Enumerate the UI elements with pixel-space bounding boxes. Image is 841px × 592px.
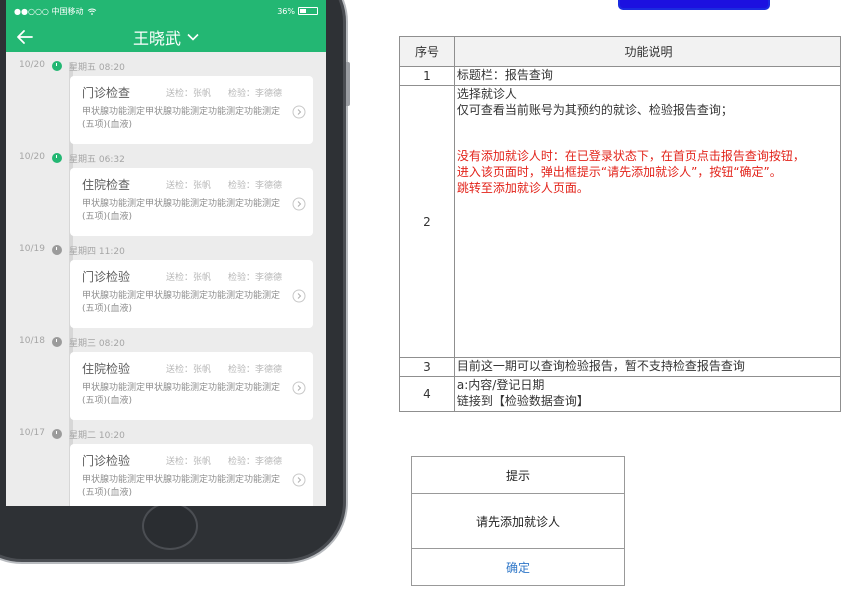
warning-line: 跳转至添加就诊人页面。	[456, 181, 589, 195]
checker-label: 检验：李德德	[228, 89, 283, 99]
battery-icon	[298, 7, 318, 15]
row-number: 2	[399, 85, 455, 358]
report-entry: 10/18 星期三 08:20 住院检验 送检：张帆 检验：李德德甲状腺功能测定甲状腺功…	[6, 334, 326, 426]
warning-line: 进入该页面时，弹出框提示“请先添加就诊人”，按钮“确定”。	[456, 165, 782, 179]
row-number: 3	[399, 357, 455, 377]
description-line: a:内容/登记日期	[456, 378, 545, 392]
report-type: 住院检查	[82, 178, 131, 192]
report-entry: 10/19 星期四 11:20 门诊检验 送检：张帆 检验：李德德甲状腺功能测定甲状腺功…	[6, 242, 326, 334]
report-card[interactable]: 门诊检验 送检：张帆 检验：李德德甲状腺功能测定甲状腺功能测定功能测定功能测定(五项…	[70, 444, 313, 506]
sender-label: 送检：张帆	[166, 273, 212, 283]
entry-weekday-time: 星期五 06:32	[69, 155, 125, 165]
description-line: 目前这一期可以查询检验报告，暂不支持检查报告查询	[456, 359, 745, 373]
entry-weekday-time: 星期三 08:20	[69, 339, 125, 349]
table-row: 2 选择就诊人 仅可查看当前账号为其预约的就诊、检验报告查询； 没有添加就诊人时…	[399, 85, 841, 358]
clock-icon	[52, 153, 62, 163]
patient-selector[interactable]: 王晓武	[133, 25, 199, 49]
chevron-right-icon[interactable]	[292, 473, 306, 487]
report-description: 甲状腺功能测定甲状腺功能测定功能测定功能测定(五项)(血液)	[82, 107, 281, 130]
dialog-message: 请先添加就诊人	[412, 494, 624, 549]
table-row: 4 a:内容/登记日期 链接到【检验数据查询】	[399, 376, 841, 412]
page: ●●○○○ 中国移动 36% 王晓武 10/20 星期五 08:20 门诊检查 …	[0, 0, 841, 592]
chevron-right-icon[interactable]	[292, 289, 306, 303]
entry-weekday-time: 星期五 08:20	[69, 63, 125, 73]
carrier-label: ●●○○○ 中国移动	[14, 6, 84, 16]
entry-date: 10/19	[19, 244, 45, 254]
battery-percent: 36%	[277, 6, 295, 16]
chevron-down-icon	[187, 33, 199, 41]
chevron-right-icon[interactable]	[292, 197, 306, 211]
home-button[interactable]	[142, 502, 198, 550]
row-description: 选择就诊人 仅可查看当前账号为其预约的就诊、检验报告查询； 没有添加就诊人时：在…	[453, 85, 841, 358]
report-type: 住院检验	[82, 362, 131, 376]
report-timeline: 10/20 星期五 08:20 门诊检查 送检：张帆 检验：李德德 甲状腺功能测定甲状腺功…	[6, 52, 326, 506]
table-row: 3 目前这一期可以查询检验报告，暂不支持检查报告查询	[399, 357, 841, 377]
nav-bar: 王晓武	[6, 22, 326, 52]
sender-label: 送检：张帆	[166, 181, 212, 191]
description-line: 选择就诊人	[456, 87, 517, 101]
row-number: 1	[399, 66, 455, 86]
report-card[interactable]: 住院检查 送检：张帆 检验：李德德甲状腺功能测定甲状腺功能测定功能测定功能测定(五项…	[70, 168, 313, 236]
entry-weekday-time: 星期二 10:20	[69, 431, 125, 441]
row-description: a:内容/登记日期 链接到【检验数据查询】	[453, 376, 841, 412]
header-number: 序号	[399, 36, 455, 67]
description-line: 标题栏：报告查询	[456, 68, 553, 82]
battery-fill	[300, 9, 306, 13]
top-blue-button[interactable]	[620, 0, 768, 8]
entry-date: 10/20	[19, 60, 45, 70]
clock-icon	[52, 429, 62, 439]
report-description: 甲状腺功能测定甲状腺功能测定功能测定功能测定(五项)(血液)	[82, 383, 281, 406]
report-entry: 10/20 星期五 08:20 门诊检查 送检：张帆 检验：李德德甲状腺功能测定甲状腺功…	[6, 58, 326, 150]
back-arrow-icon[interactable]	[16, 29, 34, 45]
chevron-right-icon[interactable]	[292, 105, 306, 119]
report-entry: 10/17 星期二 10:20 门诊检验 送检：张帆 检验：李德德甲状腺功能测定甲状腺功…	[6, 426, 326, 506]
sender-label: 送检：张帆	[166, 89, 212, 99]
checker-label: 检验：李德德	[228, 273, 283, 283]
report-card[interactable]: 门诊检查 送检：张帆 检验：李德德甲状腺功能测定甲状腺功能测定功能测定功能测定(五项…	[70, 76, 313, 144]
header-description: 功能说明	[453, 36, 841, 67]
phone-side-button	[346, 62, 350, 106]
clock-icon	[52, 337, 62, 347]
description-line: 仅可查看当前账号为其预约的就诊、检验报告查询；	[456, 103, 733, 117]
warning-line: 没有添加就诊人时：在已登录状态下，在首页点击报告查询按钮，	[456, 149, 805, 163]
report-type: 门诊检验	[82, 270, 131, 284]
prompt-dialog: 提示 请先添加就诊人 确定	[411, 456, 625, 586]
chevron-right-icon[interactable]	[292, 381, 306, 395]
description-line: 链接到【检验数据查询】	[456, 394, 589, 408]
report-card[interactable]: 门诊检验 送检：张帆 检验：李德德甲状腺功能测定甲状腺功能测定功能测定功能测定(五项…	[70, 260, 313, 328]
sender-label: 送检：张帆	[166, 365, 212, 375]
report-description: 甲状腺功能测定甲状腺功能测定功能测定功能测定(五项)(血液)	[82, 475, 281, 498]
confirm-button[interactable]: 确定	[412, 549, 624, 585]
checker-label: 检验：李德德	[228, 457, 283, 467]
phone-screen: ●●○○○ 中国移动 36% 王晓武 10/20 星期五 08:20 门诊检查 …	[6, 0, 326, 506]
row-description: 目前这一期可以查询检验报告，暂不支持检查报告查询	[453, 357, 841, 377]
status-bar: ●●○○○ 中国移动 36%	[6, 0, 326, 22]
checker-label: 检验：李德德	[228, 181, 283, 191]
entry-weekday-time: 星期四 11:20	[69, 247, 125, 257]
entry-date: 10/20	[19, 152, 45, 162]
report-description: 甲状腺功能测定甲状腺功能测定功能测定功能测定(五项)(血液)	[82, 199, 281, 222]
sender-label: 送检：张帆	[166, 457, 212, 467]
clock-icon	[52, 61, 62, 71]
wifi-icon	[88, 8, 97, 15]
row-description: 标题栏：报告查询	[453, 66, 841, 86]
checker-label: 检验：李德德	[228, 365, 283, 375]
table-row: 1 标题栏：报告查询	[399, 66, 841, 86]
report-description: 甲状腺功能测定甲状腺功能测定功能测定功能测定(五项)(血液)	[82, 291, 281, 314]
spec-table: 序号 功能说明 1 标题栏：报告查询 2 选择就诊人 仅可查看当前账号为其预约的…	[399, 36, 841, 412]
patient-name: 王晓武	[132, 29, 181, 48]
dialog-title: 提示	[412, 457, 624, 494]
report-entry: 10/20 星期五 06:32 住院检查 送检：张帆 检验：李德德甲状腺功能测定甲状腺功…	[6, 150, 326, 242]
entry-date: 10/17	[19, 428, 45, 438]
report-type: 门诊检验	[82, 454, 131, 468]
report-card[interactable]: 住院检验 送检：张帆 检验：李德德甲状腺功能测定甲状腺功能测定功能测定功能测定(五项…	[70, 352, 313, 420]
entry-date: 10/18	[19, 336, 45, 346]
clock-icon	[52, 245, 62, 255]
row-number: 4	[399, 376, 455, 412]
report-type: 门诊检查	[82, 86, 131, 100]
